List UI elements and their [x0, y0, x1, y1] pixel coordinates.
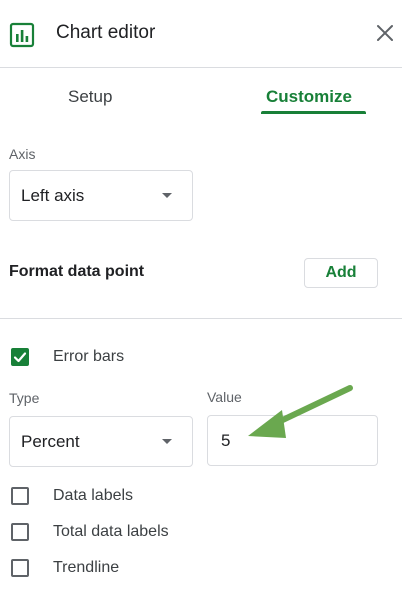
- data-labels-checkbox[interactable]: [11, 487, 29, 505]
- section-divider: [0, 318, 402, 319]
- tab-customize[interactable]: Customize: [266, 86, 352, 108]
- trendline-checkbox[interactable]: [11, 559, 29, 577]
- value-label: Value: [207, 389, 242, 405]
- type-select-value: Percent: [21, 432, 80, 451]
- type-label: Type: [9, 390, 40, 406]
- tab-setup[interactable]: Setup: [68, 86, 112, 108]
- data-labels-label: Data labels: [53, 487, 134, 504]
- chart-icon: [9, 22, 35, 48]
- axis-select[interactable]: Left axis: [9, 170, 193, 221]
- format-data-point-title: Format data point: [9, 263, 145, 280]
- active-tab-indicator: [261, 111, 366, 114]
- axis-select-value: Left axis: [21, 186, 85, 205]
- type-select[interactable]: Percent: [9, 416, 193, 467]
- total-data-labels-label: Total data labels: [53, 523, 169, 540]
- value-input-text: 5: [221, 431, 231, 450]
- header-divider: [0, 67, 402, 68]
- dropdown-caret-icon: [162, 439, 172, 444]
- add-button[interactable]: Add: [304, 258, 378, 288]
- value-input[interactable]: 5: [207, 415, 378, 466]
- close-icon[interactable]: [374, 22, 396, 44]
- trendline-label: Trendline: [53, 559, 120, 576]
- panel-title: Chart editor: [56, 22, 156, 43]
- total-data-labels-checkbox[interactable]: [11, 523, 29, 541]
- check-icon: [13, 352, 27, 363]
- axis-label: Axis: [9, 146, 36, 162]
- error-bars-label: Error bars: [53, 348, 125, 365]
- dropdown-caret-icon: [162, 193, 172, 198]
- error-bars-checkbox[interactable]: [11, 348, 29, 366]
